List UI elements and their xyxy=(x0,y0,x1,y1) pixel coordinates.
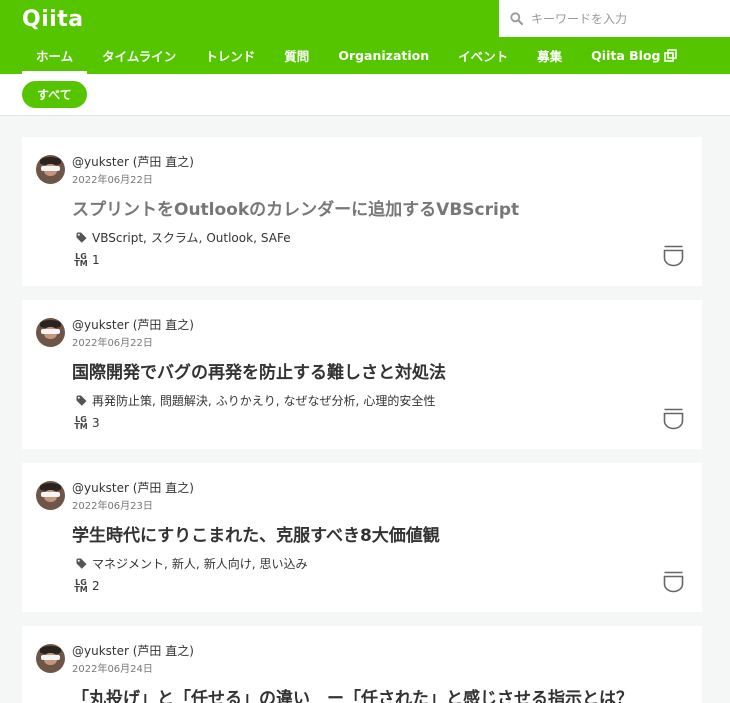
nav-item-event[interactable]: イベント xyxy=(458,37,508,74)
tag[interactable]: SAFe xyxy=(261,231,291,245)
nav-item-timeline[interactable]: タイムライン xyxy=(102,37,176,74)
tag[interactable]: 問題解決 xyxy=(160,392,208,409)
tag[interactable]: Outlook xyxy=(206,231,253,245)
lgtm-counter: LG TM 1 xyxy=(74,252,100,268)
post-date: 2022年06月22日 xyxy=(72,175,153,186)
post-date: 2022年06月22日 xyxy=(72,338,153,349)
stock-icon[interactable] xyxy=(663,571,684,597)
tag-list: 再発防止策, 問題解決, ふりかえり, なぜなぜ分析, 心理的安全性 xyxy=(76,392,435,409)
tag-icon xyxy=(76,232,87,243)
article-card: @yukster (芦田 直之) 2022年06月24日 「丸投げ」と「任せる」… xyxy=(22,626,702,703)
qiita-logo[interactable]: Qiita xyxy=(22,7,84,32)
lgtm-icon: LG TM xyxy=(74,578,88,594)
avatar[interactable] xyxy=(36,318,65,347)
article-feed: @yukster (芦田 直之) 2022年06月22日 スプリントをOutlo… xyxy=(0,116,730,703)
article-title[interactable]: 学生時代にすりこまれた、克服すべき8大価値観 xyxy=(72,521,440,546)
avatar[interactable] xyxy=(36,644,65,673)
filter-all-button[interactable]: すべて xyxy=(22,81,87,108)
stock-icon[interactable] xyxy=(663,408,684,434)
post-date: 2022年06月24日 xyxy=(72,664,153,675)
top-bar: Qiita xyxy=(0,0,730,37)
nav-item-recruit[interactable]: 募集 xyxy=(537,37,562,74)
search-icon xyxy=(501,12,531,25)
tag[interactable]: 新人向け xyxy=(204,555,252,572)
article-title[interactable]: 国際開発でバグの再発を防止する難しさと対処法 xyxy=(72,358,446,383)
article-card: @yukster (芦田 直之) 2022年06月23日 学生時代にすりこまれた… xyxy=(22,463,702,612)
tag-list: VBScript, スクラム, Outlook, SAFe xyxy=(76,229,291,246)
tag[interactable]: 思い込み xyxy=(260,555,308,572)
lgtm-counter: LG TM 3 xyxy=(74,415,100,431)
tag[interactable]: VBScript xyxy=(92,231,143,245)
nav-item-question[interactable]: 質問 xyxy=(284,37,309,74)
lgtm-icon: LG TM xyxy=(74,252,88,268)
nav-item-home[interactable]: ホーム xyxy=(22,37,88,74)
tag[interactable]: 心理的安全性 xyxy=(363,392,435,409)
nav-item-organization[interactable]: Organization xyxy=(338,37,429,74)
author-name[interactable]: @yukster (芦田 直之) xyxy=(72,642,194,659)
search-box[interactable] xyxy=(499,0,730,37)
tag[interactable]: マネジメント xyxy=(92,555,164,572)
search-input[interactable] xyxy=(531,11,730,26)
lgtm-counter: LG TM 2 xyxy=(74,578,100,594)
avatar[interactable] xyxy=(36,481,65,510)
tag[interactable]: スクラム xyxy=(151,229,199,246)
external-link-icon xyxy=(664,49,678,62)
article-card: @yukster (芦田 直之) 2022年06月22日 国際開発でバグの再発を… xyxy=(22,300,702,449)
lgtm-count: 3 xyxy=(92,416,100,430)
avatar[interactable] xyxy=(36,155,65,184)
tag[interactable]: 新人 xyxy=(172,555,196,572)
tag[interactable]: なぜなぜ分析 xyxy=(284,392,356,409)
tag[interactable]: ふりかえり xyxy=(216,392,276,409)
article-title[interactable]: 「丸投げ」と「任せる」の違い ー「任された」と感じさせる指示とは？ xyxy=(72,684,633,703)
main-nav: ホーム タイムライン トレンド 質問 Organization イベント 募集 … xyxy=(0,37,730,74)
tag-list: マネジメント, 新人, 新人向け, 思い込み xyxy=(76,555,308,572)
lgtm-count: 2 xyxy=(92,579,100,593)
author-name[interactable]: @yukster (芦田 直之) xyxy=(72,316,194,333)
filter-bar: すべて xyxy=(0,74,730,116)
lgtm-count: 1 xyxy=(92,253,100,267)
article-title[interactable]: スプリントをOutlookのカレンダーに追加するVBScript xyxy=(72,195,519,220)
tag[interactable]: 再発防止策 xyxy=(92,392,152,409)
author-name[interactable]: @yukster (芦田 直之) xyxy=(72,153,194,170)
nav-item-trend[interactable]: トレンド xyxy=(205,37,255,74)
article-card: @yukster (芦田 直之) 2022年06月22日 スプリントをOutlo… xyxy=(22,137,702,286)
author-name[interactable]: @yukster (芦田 直之) xyxy=(72,479,194,496)
tag-icon xyxy=(76,558,87,569)
post-date: 2022年06月23日 xyxy=(72,501,153,512)
nav-item-qiita-blog-label: Qiita Blog xyxy=(591,48,661,63)
lgtm-icon: LG TM xyxy=(74,415,88,431)
tag-icon xyxy=(76,395,87,406)
nav-item-qiita-blog[interactable]: Qiita Blog xyxy=(591,37,678,74)
stock-icon[interactable] xyxy=(663,245,684,271)
